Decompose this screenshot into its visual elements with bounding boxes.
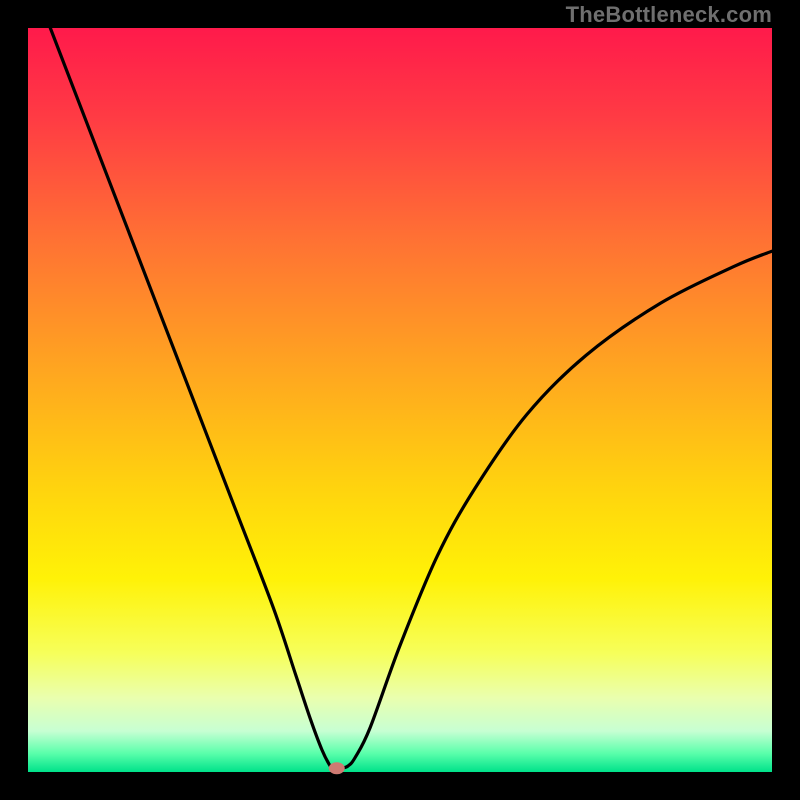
chart-frame: TheBottleneck.com (0, 0, 800, 800)
plot-background (28, 28, 772, 772)
watermark-text: TheBottleneck.com (566, 2, 772, 28)
bottleneck-chart (0, 0, 800, 800)
optimal-point-marker (329, 762, 345, 774)
